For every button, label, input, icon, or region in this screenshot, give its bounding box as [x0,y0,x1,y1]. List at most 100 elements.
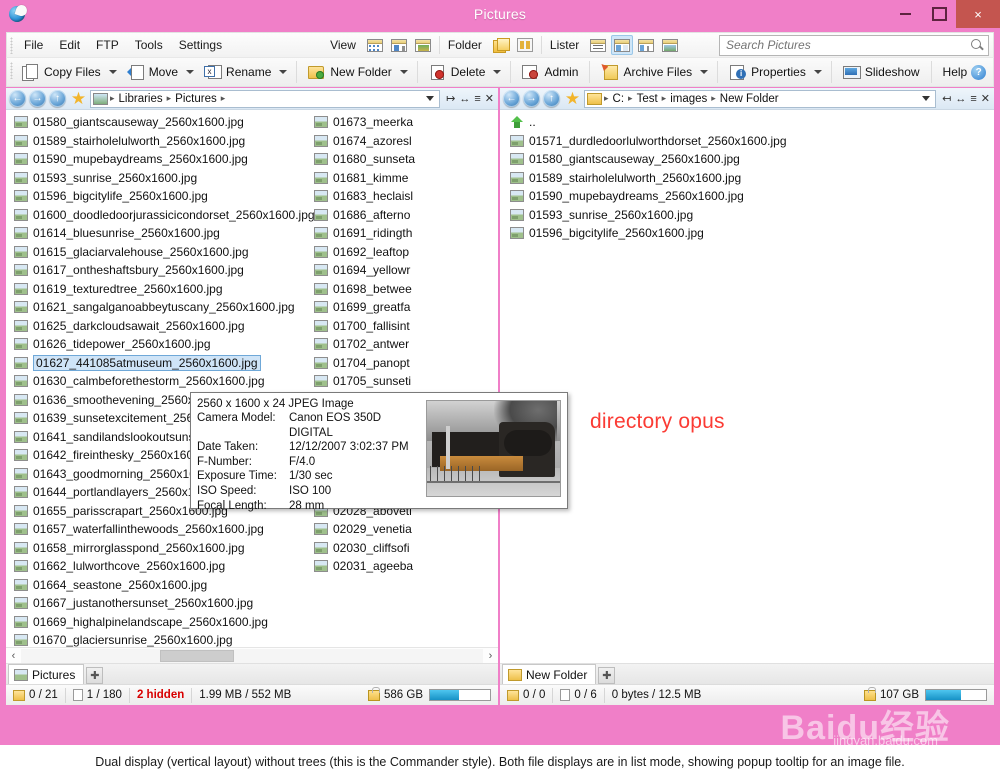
file-list-item[interactable]: 01698_betwee [310,280,415,299]
breadcrumb-test[interactable]: Test [635,93,660,105]
menu-file[interactable]: File [16,36,51,54]
toolbar-grip[interactable] [7,58,16,86]
file-list-item[interactable]: 01699_greatfa [310,298,415,317]
file-list-item[interactable]: 01681_kimme [310,169,415,188]
nav-tool-close-icon-right[interactable]: ✕ [981,92,990,105]
file-list-item[interactable]: 01615_glaciarvalehouse_2560x1600.jpg [10,243,315,262]
lister-dual-horizontal-icon[interactable] [635,35,657,55]
copy-files-button[interactable]: Copy Files [16,59,107,85]
delete-button[interactable]: Delete [423,59,492,85]
properties-dropdown-icon[interactable] [813,70,822,74]
breadcrumb-dropdown-icon[interactable] [426,96,435,101]
nav-tool-2-icon-right[interactable]: ↔ [955,93,966,105]
new-tab-button[interactable]: ✚ [86,667,104,684]
breadcrumb-dropdown-icon-right[interactable] [922,96,931,101]
file-list-item[interactable]: 01614_bluesunrise_2560x1600.jpg [10,224,315,243]
nav-tool-2-icon[interactable]: ↔ [459,93,470,105]
file-list-item[interactable]: 02029_venetia [310,520,415,539]
file-list-item[interactable]: 01617_ontheshaftsbury_2560x1600.jpg [10,261,315,280]
properties-button[interactable]: Properties [723,59,812,85]
breadcrumb-new-folder[interactable]: New Folder [718,93,781,105]
file-list-item[interactable]: 01589_stairholelulworth_2560x1600.jpg [506,169,787,188]
scroll-thumb[interactable] [159,649,234,662]
admin-button[interactable]: Admin [516,59,584,85]
up-button-right[interactable]: ↑ [543,90,560,107]
search-box[interactable] [719,34,989,56]
breadcrumb-images[interactable]: images [668,93,709,105]
forward-button[interactable]: → [29,90,46,107]
file-list-item[interactable]: 01669_highalpinelandscape_2560x1600.jpg [10,613,315,632]
tab-new-folder[interactable]: New Folder [502,664,597,684]
folder-lock-icon[interactable] [514,35,536,55]
file-list-item[interactable]: 01619_texturedtree_2560x1600.jpg [10,280,315,299]
scroll-left-arrow-icon[interactable]: ‹ [6,650,21,662]
file-list-item[interactable]: 01700_fallisint [310,317,415,336]
file-list-item[interactable]: 01590_mupebaydreams_2560x1600.jpg [10,150,315,169]
favorites-star-icon-right[interactable]: ★ [563,89,582,108]
left-file-list[interactable]: 01580_giantscauseway_2560x1600.jpg 01589_… [6,110,498,647]
file-list-item[interactable]: 01694_yellowr [310,261,415,280]
left-breadcrumb[interactable]: ▸ Libraries ▸ Pictures ▸ [90,89,441,108]
file-list-item[interactable]: 01683_heclaisl [310,187,415,206]
up-button[interactable]: ↑ [49,90,66,107]
file-list-item[interactable]: 01686_afterno [310,206,415,225]
left-horizontal-scrollbar[interactable]: ‹ › [6,647,498,663]
copy-files-dropdown-icon[interactable] [108,70,117,74]
nav-tool-1-icon[interactable]: ↦ [446,92,455,105]
tab-pictures[interactable]: Pictures [8,664,85,684]
file-list-item[interactable]: 01704_panopt [310,354,415,373]
file-list-item[interactable]: 01571_durdledoorlulworthdorset_2560x1600… [506,132,787,151]
new-folder-button[interactable]: New Folder [302,59,397,85]
menu-settings[interactable]: Settings [171,36,230,54]
archive-files-button[interactable]: Archive Files [595,59,698,85]
file-list-item[interactable]: 01589_stairholelulworth_2560x1600.jpg [10,132,315,151]
lister-viewer-icon[interactable] [659,35,681,55]
back-button[interactable]: ← [9,90,26,107]
lister-dual-vertical-icon[interactable] [611,35,634,55]
scroll-right-arrow-icon[interactable]: › [483,650,498,662]
menu-tools[interactable]: Tools [127,36,171,54]
move-button[interactable]: Move [121,59,184,85]
file-list-item[interactable]: 01674_azoresl [310,132,415,151]
nav-tool-3-icon-right[interactable]: ≡ [970,93,976,105]
file-list-item[interactable]: 01590_mupebaydreams_2560x1600.jpg [506,187,787,206]
nav-tool-3-icon[interactable]: ≡ [474,93,480,105]
file-list-item[interactable]: 02031_ageeba [310,557,415,576]
move-dropdown-icon[interactable] [186,70,195,74]
file-list-item[interactable]: 01691_ridingth [310,224,415,243]
details-view-icon[interactable] [388,35,410,55]
menu-ftp[interactable]: FTP [88,36,127,54]
file-list-item[interactable]: .. [506,113,787,132]
delete-dropdown-icon[interactable] [493,70,502,74]
file-list-item[interactable]: 01596_bigcitylife_2560x1600.jpg [506,224,787,243]
file-list-item[interactable]: 02030_cliffsofi [310,539,415,558]
file-list-item[interactable]: 01596_bigcitylife_2560x1600.jpg [10,187,315,206]
nav-tool-1-icon-right[interactable]: ↤ [942,92,951,105]
folder-copy-icon[interactable] [490,35,512,55]
file-list-item[interactable]: 01680_sunseta [310,150,415,169]
help-button[interactable]: Help ? [937,59,993,85]
file-list-item[interactable]: 01662_lulworthcove_2560x1600.jpg [10,557,315,576]
menubar-grip[interactable] [7,33,16,57]
file-list-item[interactable]: 01664_seastone_2560x1600.jpg [10,576,315,595]
file-list-item[interactable]: 01630_calmbeforethestorm_2560x1600.jpg [10,372,315,391]
file-list-item[interactable]: 01593_sunrise_2560x1600.jpg [10,169,315,188]
list-view-icon[interactable] [364,35,386,55]
new-folder-dropdown-icon[interactable] [399,70,408,74]
file-list-item[interactable]: 01580_giantscauseway_2560x1600.jpg [10,113,315,132]
menu-edit[interactable]: Edit [51,36,88,54]
thumbnail-view-icon[interactable] [412,35,434,55]
rename-dropdown-icon[interactable] [279,70,288,74]
rename-button[interactable]: Rename [198,59,277,85]
right-breadcrumb[interactable]: ▸ C: ▸ Test ▸ images ▸ New Folder [584,89,937,108]
file-list-item[interactable]: 01657_waterfallinthewoods_2560x1600.jpg [10,520,315,539]
scroll-track[interactable] [21,648,483,663]
file-list-item[interactable]: 01600_doodledoorjurassicicondorset_2560x… [10,206,315,225]
breadcrumb-libraries[interactable]: Libraries [117,93,165,105]
file-list-item[interactable]: 01702_antwer [310,335,415,354]
right-file-list[interactable]: .. 01571_durdledoorlulworthdorset_2560x16… [500,110,994,663]
lister-single-icon[interactable] [587,35,609,55]
archive-files-dropdown-icon[interactable] [700,70,709,74]
file-list-item[interactable]: 01627_441085atmuseum_2560x1600.jpg [10,354,315,373]
new-tab-button-right[interactable]: ✚ [598,667,616,684]
